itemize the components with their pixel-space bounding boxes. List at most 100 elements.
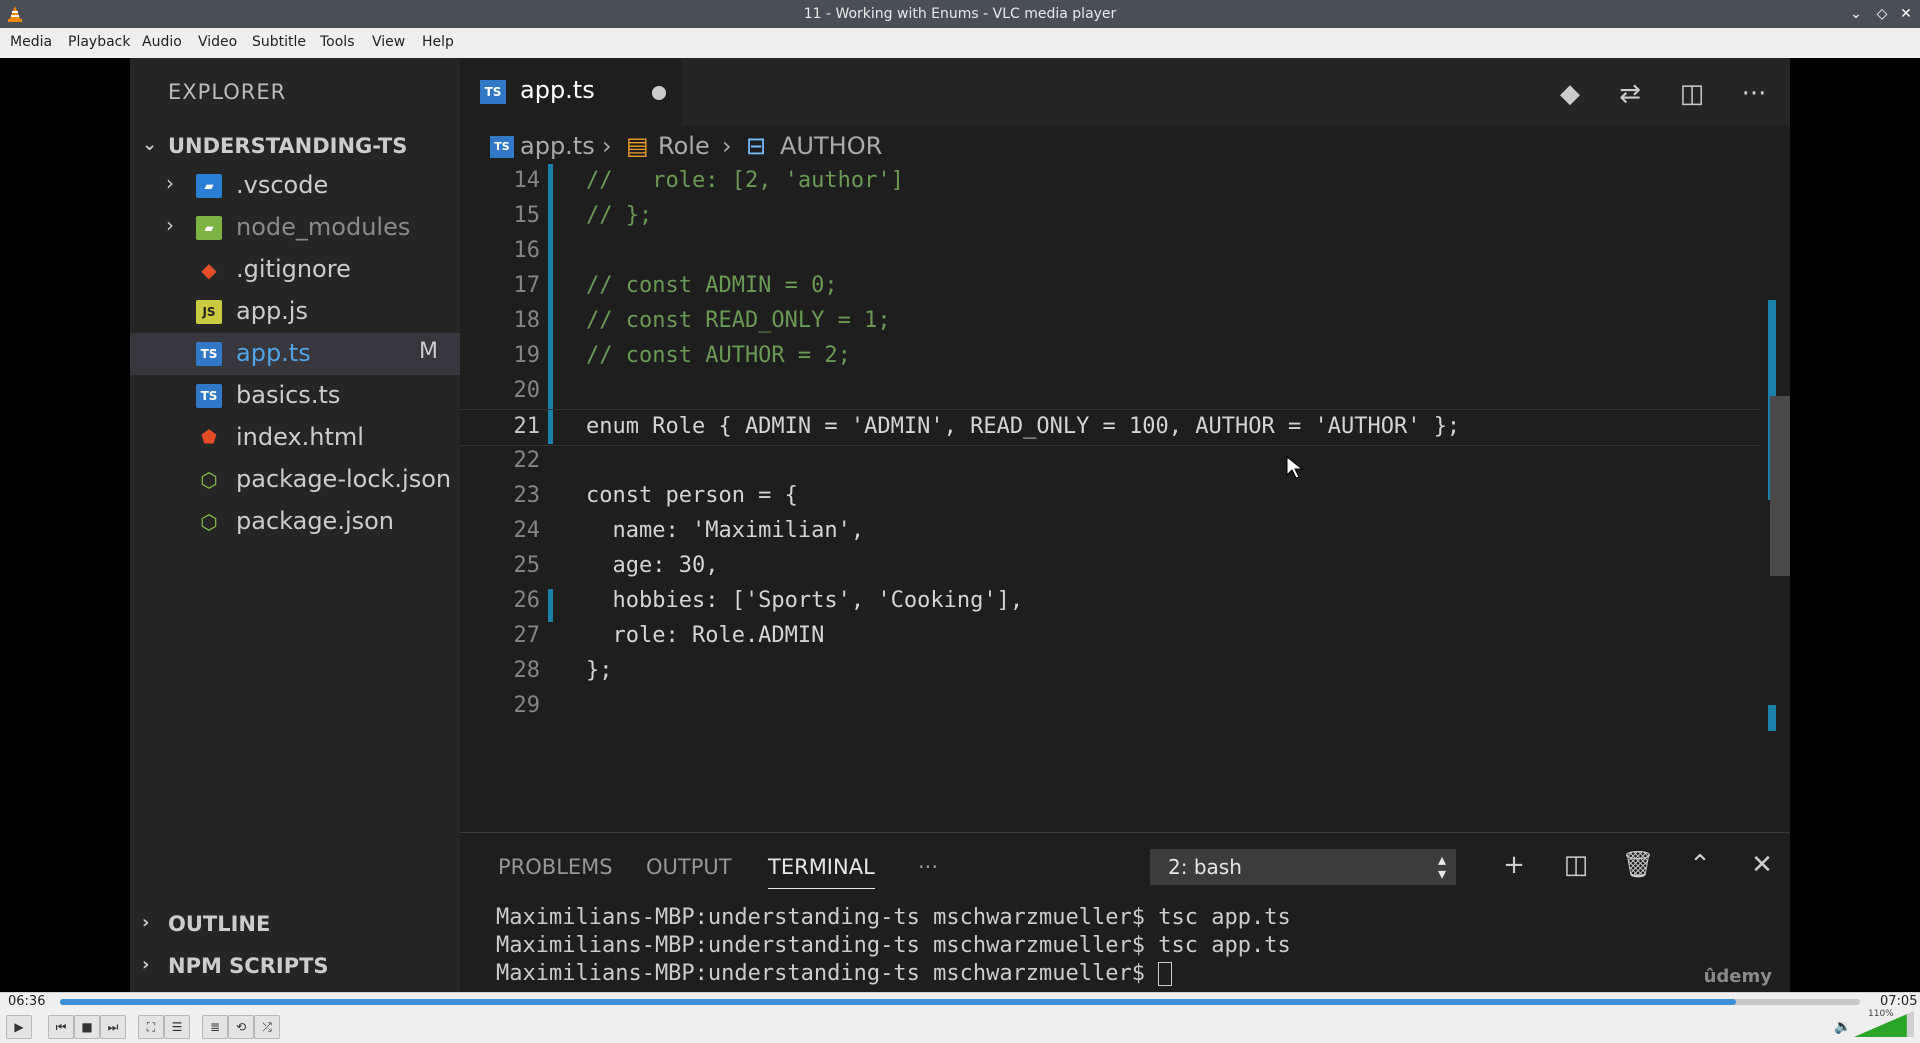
file-index-html[interactable]: ⬟ index.html	[130, 417, 460, 459]
scrollbar-thumb[interactable]	[1770, 396, 1790, 576]
menu-video[interactable]: Video	[198, 34, 237, 50]
split-terminal-icon[interactable]: ◫	[1558, 847, 1594, 883]
chevron-up-icon[interactable]: ⌃	[1682, 847, 1718, 883]
menu-media[interactable]: Media	[10, 34, 52, 50]
new-terminal-icon[interactable]: +	[1496, 847, 1532, 883]
maximize-button[interactable]: ◇	[1872, 4, 1892, 24]
file-app-js[interactable]: JS app.js	[130, 291, 460, 333]
explorer-title: EXPLORER	[168, 80, 287, 104]
menu-tools[interactable]: Tools	[320, 34, 355, 50]
tab-problems[interactable]: PROBLEMS	[498, 855, 613, 879]
seek-progress	[60, 999, 1736, 1005]
outline-section-header[interactable]: › OUTLINE	[130, 904, 460, 944]
ts-file-icon: TS	[196, 342, 222, 366]
next-icon[interactable]: ⏭	[100, 1015, 126, 1039]
line-number: 25	[513, 553, 541, 578]
close-window-button[interactable]: ✕	[1896, 4, 1916, 24]
chevron-right-icon: ›	[166, 171, 174, 195]
file-name: .vscode	[236, 171, 329, 199]
more-tabs-icon[interactable]: ···	[918, 855, 938, 879]
close-panel-icon[interactable]: ✕	[1744, 847, 1780, 883]
breadcrumb-symbol[interactable]: Role	[658, 132, 710, 160]
split-editor-icon[interactable]: ◫	[1676, 78, 1708, 110]
file-gitignore[interactable]: ◆ .gitignore	[130, 249, 460, 291]
line-text: hobbies: ['Sports', 'Cooking'],	[586, 588, 1024, 613]
breadcrumb-member[interactable]: AUTHOR	[780, 132, 882, 160]
terminal-select[interactable]: 2: bash ▴ ▾	[1150, 849, 1456, 885]
fullscreen-icon[interactable]: ⛶	[138, 1015, 164, 1039]
menu-audio[interactable]: Audio	[142, 34, 182, 50]
enum-icon: ▤	[626, 132, 649, 160]
volume-slider[interactable]	[1854, 1011, 1914, 1037]
outline-label: OUTLINE	[168, 912, 271, 936]
line-number: 27	[513, 623, 541, 648]
tab-app-ts[interactable]: TS app.ts	[460, 58, 682, 126]
code-line: 24 name: 'Maximilian',	[460, 514, 1760, 549]
line-number: 17	[513, 273, 541, 298]
menu-view[interactable]: View	[372, 34, 405, 50]
code-line: 23 const person = {	[460, 479, 1760, 514]
code-line: 29	[460, 689, 1760, 724]
chevron-right-icon: ›	[602, 132, 612, 160]
code-line: 14 // role: [2, 'author']	[460, 164, 1760, 199]
more-actions-icon[interactable]: ···	[1738, 78, 1770, 110]
enum-member-icon: ⊟	[746, 132, 767, 160]
vscode-window: EXPLORER ⌄ UNDERSTANDING-TS › ▰ .vscode …	[130, 58, 1790, 992]
tab-terminal[interactable]: TERMINAL	[768, 855, 875, 889]
editor-tab-bar: TS app.ts ◆ ⇄ ◫ ···	[460, 58, 1790, 126]
seek-bar[interactable]	[60, 999, 1860, 1005]
line-number: 21	[513, 414, 541, 439]
file-basics-ts[interactable]: TS basics.ts	[130, 375, 460, 417]
overview-ruler[interactable]	[1762, 270, 1790, 830]
file-node-modules-folder[interactable]: › ▰ node_modules	[130, 207, 460, 249]
terminal-cursor	[1158, 962, 1173, 986]
explorer-sidebar: EXPLORER ⌄ UNDERSTANDING-TS › ▰ .vscode …	[130, 58, 460, 992]
file-vscode-folder[interactable]: › ▰ .vscode	[130, 165, 460, 207]
code-line: 20	[460, 374, 1760, 409]
menu-help[interactable]: Help	[422, 34, 454, 50]
stop-icon[interactable]: ■	[74, 1015, 100, 1039]
html-file-icon: ⬟	[201, 427, 217, 448]
npm-scripts-section-header[interactable]: › NPM SCRIPTS	[130, 946, 460, 986]
js-file-icon: JS	[196, 300, 222, 324]
open-changes-icon[interactable]: ⇄	[1614, 78, 1646, 110]
project-section-header[interactable]: ⌄ UNDERSTANDING-TS	[130, 126, 460, 166]
trash-icon[interactable]: 🗑	[1620, 847, 1656, 883]
code-line: 27 role: Role.ADMIN	[460, 619, 1760, 654]
node-json-icon: ⬡	[200, 468, 218, 492]
file-name: basics.ts	[236, 381, 341, 409]
line-number: 20	[513, 378, 541, 403]
file-package-json[interactable]: ⬡ package.json	[130, 501, 460, 543]
line-number: 29	[513, 693, 541, 718]
file-name: package-lock.json	[236, 465, 452, 493]
menu-playback[interactable]: Playback	[68, 34, 130, 50]
video-area[interactable]: EXPLORER ⌄ UNDERSTANDING-TS › ▰ .vscode …	[0, 58, 1920, 992]
tab-output[interactable]: OUTPUT	[646, 855, 732, 879]
tab-label: app.ts	[520, 76, 595, 104]
code-editor[interactable]: 14 // role: [2, 'author'] 15 // }; 16 17 //…	[460, 164, 1790, 731]
project-name: UNDERSTANDING-TS	[168, 134, 408, 158]
minimize-button[interactable]: ⌄	[1846, 4, 1866, 24]
player-controls: 06:36 07:05 ▶ ⏮ ■ ⏭ ⛶ ☰ ≣ ⟲ ⤮ 🔉 110%	[0, 992, 1920, 1043]
play-icon[interactable]: ▶	[6, 1015, 32, 1039]
previous-icon[interactable]: ⏮	[48, 1015, 74, 1039]
menu-subtitle[interactable]: Subtitle	[252, 34, 306, 50]
shuffle-icon[interactable]: ⤮	[254, 1015, 280, 1039]
git-compare-icon[interactable]: ◆	[1554, 78, 1586, 110]
playlist-icon[interactable]: ≣	[202, 1015, 228, 1039]
npm-scripts-label: NPM SCRIPTS	[168, 954, 329, 978]
file-app-ts[interactable]: TS app.ts M	[130, 333, 460, 375]
file-package-lock-json[interactable]: ⬡ package-lock.json	[130, 459, 460, 501]
volume-control[interactable]: 🔉 110%	[1834, 1009, 1914, 1039]
chevron-right-icon: ›	[142, 912, 150, 933]
line-text: // role: [2, 'author']	[586, 168, 904, 193]
loop-icon[interactable]: ⟲	[228, 1015, 254, 1039]
breadcrumb-file[interactable]: app.ts	[520, 132, 595, 160]
node-json-icon: ⬡	[200, 510, 218, 534]
terminal-output[interactable]: Maximilians-MBP:understanding-ts mschwar…	[496, 905, 1291, 989]
extended-settings-icon[interactable]: ☰	[164, 1015, 190, 1039]
file-name: package.json	[236, 507, 395, 535]
line-number: 28	[513, 658, 541, 683]
unsaved-dot-icon[interactable]	[652, 86, 666, 100]
modified-badge: M	[419, 339, 438, 364]
